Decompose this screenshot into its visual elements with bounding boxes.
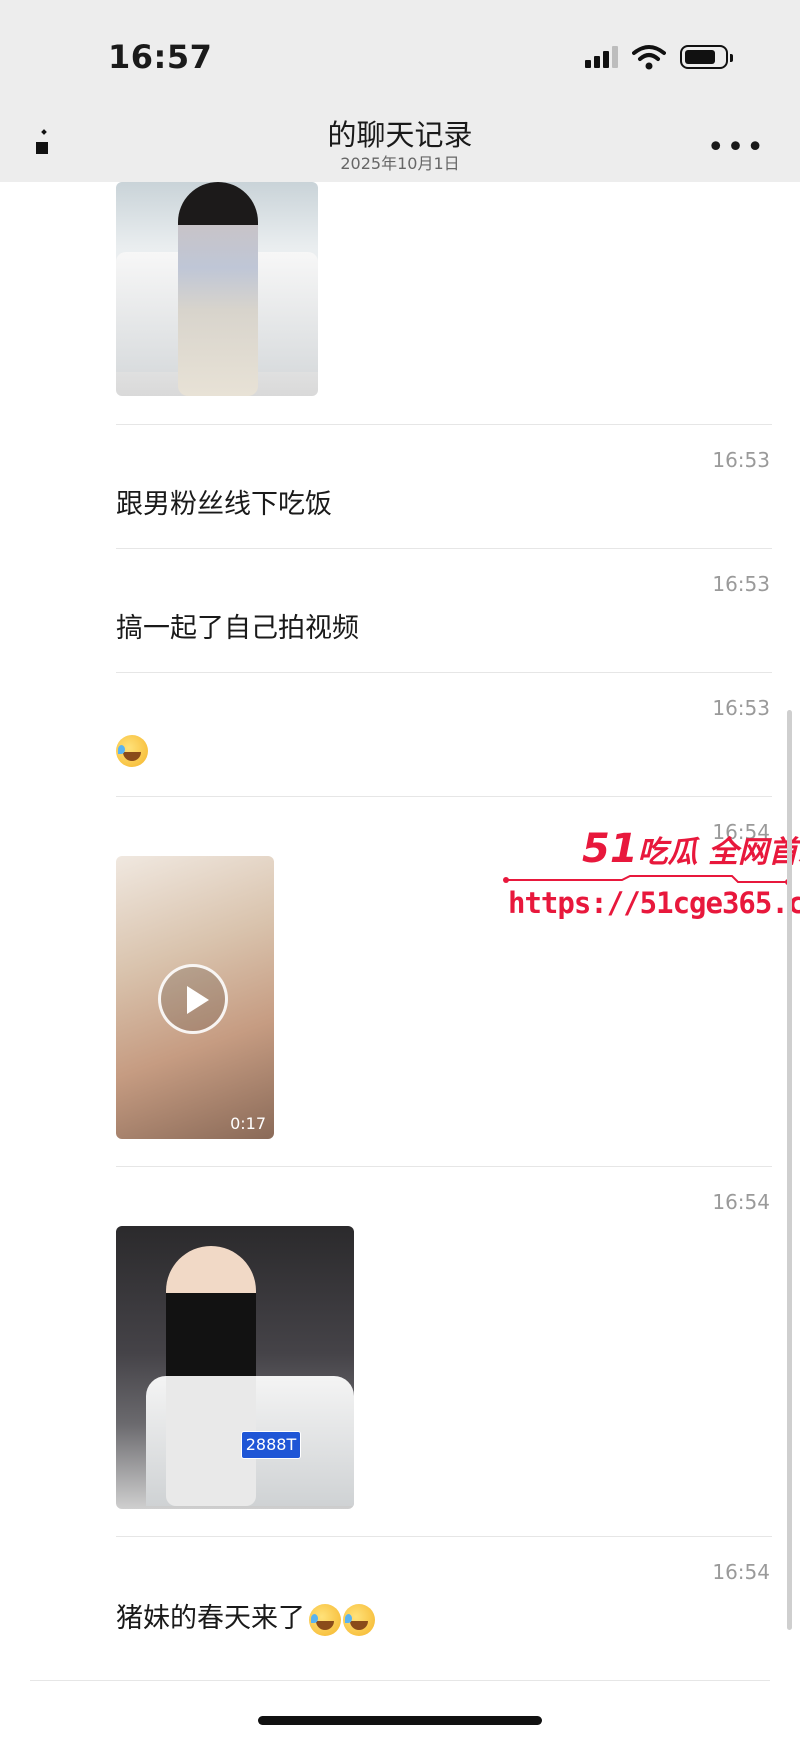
photo-person-shape	[178, 182, 258, 396]
message-text: 猪妹的春天来了	[116, 1596, 375, 1636]
battery-level	[685, 50, 716, 64]
message-time: 16:53	[712, 696, 770, 720]
message-photo[interactable]: 2888T	[116, 1226, 354, 1509]
more-button[interactable]: •••	[707, 130, 766, 165]
page-subtitle: 2025年10月1日	[340, 154, 460, 173]
message-divider	[116, 796, 772, 797]
message-text: 搞一起了自己拍视频	[116, 613, 359, 644]
message-text-content: 猪妹的春天来了	[116, 1603, 305, 1634]
battery-icon	[680, 45, 733, 69]
message-time: 16:53	[712, 572, 770, 596]
signal-icon	[585, 46, 618, 68]
wifi-icon	[632, 45, 666, 70]
status-bar: 16:57	[0, 0, 800, 100]
watermark-url: https://51cge365.com	[508, 886, 800, 920]
message-photo[interactable]	[116, 182, 318, 396]
crying-laughing-emoji-icon	[116, 734, 148, 767]
nav-bar: 的聊天记录 2025年10月1日 •••	[0, 100, 800, 182]
crying-laughing-emoji-icon	[343, 1603, 375, 1636]
status-time: 16:57	[108, 38, 213, 76]
message-video[interactable]: 0:17	[116, 856, 274, 1139]
message-time: 16:54	[712, 1190, 770, 1214]
message-divider	[116, 424, 772, 425]
scrollbar[interactable]	[787, 710, 792, 1630]
page-title: 的聊天记录	[327, 118, 473, 152]
message-emoji	[116, 734, 148, 767]
home-indicator[interactable]	[258, 1716, 542, 1725]
watermark-circuit-line	[503, 875, 791, 885]
video-duration: 0:17	[230, 1114, 266, 1133]
license-plate: 2888T	[241, 1431, 301, 1459]
message-divider	[116, 1166, 772, 1167]
play-icon[interactable]	[158, 964, 228, 1034]
crying-laughing-emoji-icon	[309, 1603, 341, 1636]
message-divider	[116, 1536, 772, 1537]
watermark-brand: 51吃瓜 全网首发	[582, 826, 800, 872]
photo-person-shape	[166, 1246, 256, 1506]
bottom-divider	[30, 1680, 770, 1681]
message-time: 16:54	[712, 1560, 770, 1584]
message-text: 跟男粉丝线下吃饭	[116, 489, 332, 520]
message-divider	[116, 672, 772, 673]
message-divider	[116, 548, 772, 549]
status-icons	[585, 44, 733, 70]
message-time: 16:53	[712, 448, 770, 472]
